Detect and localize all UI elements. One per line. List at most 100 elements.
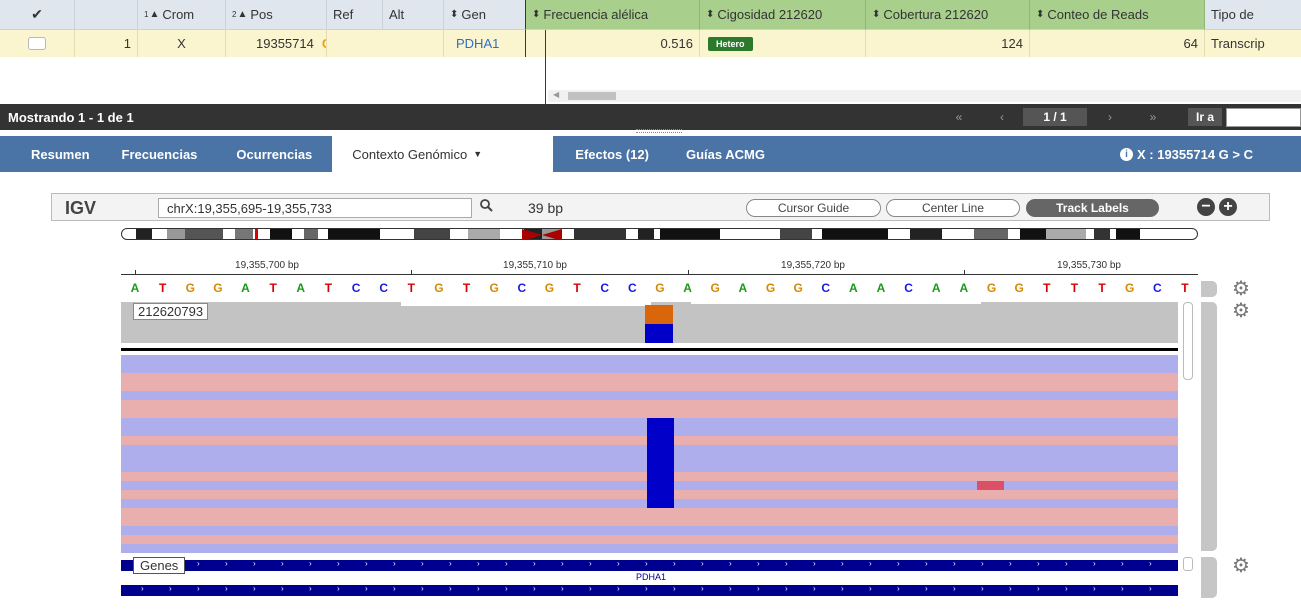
strand-chevron-icon: › [477, 559, 480, 568]
horizontal-scrollbar[interactable]: ◀ [548, 90, 1301, 102]
read-row[interactable] [121, 481, 1178, 490]
zoom-in-icon[interactable]: + [1219, 198, 1237, 216]
select-all-cell[interactable]: ✔ [0, 0, 75, 30]
read-row[interactable] [121, 463, 1178, 472]
read-row[interactable] [121, 454, 1178, 463]
mismatch-base [647, 445, 674, 454]
tab-contexto-genomico[interactable]: Contexto Genómico ▼ [332, 136, 554, 172]
read-row[interactable] [121, 409, 1178, 418]
read-row[interactable] [121, 526, 1178, 535]
read-row[interactable] [121, 391, 1178, 400]
base-letter: G [489, 281, 499, 295]
read-row[interactable] [121, 427, 1178, 436]
grid-header-row: ✔ 1 ▲ Crom 2 ▲ Pos Ref Alt ⬍ Gen ⬍ Frecuencia … [0, 0, 1301, 30]
read-row[interactable] [121, 400, 1178, 409]
read-row[interactable] [121, 508, 1178, 517]
header-zygosity[interactable]: ⬍ Cigosidad 212620 [700, 0, 866, 30]
gear-icon[interactable]: ⚙ [1232, 301, 1250, 321]
genes-scrollbar[interactable] [1183, 557, 1193, 571]
strand-chevron-icon: › [533, 559, 536, 568]
gene-feature[interactable]: ››››››››››››››››››››››››››››››››››››› [121, 559, 1178, 571]
next-page-button[interactable]: › [1098, 108, 1122, 126]
tab-frecuencias[interactable]: Frecuencias [107, 136, 222, 172]
base-letter: T [1181, 281, 1189, 295]
strand-chevron-icon: › [701, 559, 704, 568]
header-type[interactable]: Tipo de [1205, 0, 1301, 30]
zoom-out-icon[interactable]: − [1197, 198, 1215, 216]
header-read-count[interactable]: ⬍ Conteo de Reads [1030, 0, 1205, 30]
base-letter: G [434, 281, 444, 295]
mismatch-base [647, 490, 674, 499]
strand-chevron-icon: › [1121, 584, 1124, 593]
read-row[interactable] [121, 382, 1178, 391]
prev-page-button[interactable]: ‹ [990, 108, 1014, 126]
cursor-guide-button[interactable]: Cursor Guide [746, 199, 881, 217]
read-row[interactable] [121, 472, 1178, 481]
last-page-button[interactable]: » [1136, 108, 1170, 126]
read-row[interactable] [121, 499, 1178, 508]
gear-icon[interactable]: ⚙ [1232, 279, 1250, 299]
read-row[interactable] [121, 436, 1178, 445]
gear-icon[interactable]: ⚙ [1232, 556, 1250, 576]
resize-grip[interactable] [636, 129, 682, 133]
read-row[interactable] [121, 418, 1178, 427]
goto-page-input[interactable] [1226, 108, 1301, 127]
base-letter: T [269, 281, 277, 295]
gene-feature[interactable]: ››››››››››››››››››››››››››››››››››››› [121, 584, 1178, 596]
read-row[interactable] [121, 355, 1178, 364]
read-row[interactable] [121, 364, 1178, 373]
base-letter: T [573, 281, 581, 295]
strand-chevron-icon: › [757, 584, 760, 593]
scroll-left-icon[interactable]: ◀ [553, 90, 559, 99]
header-alt[interactable]: Alt [383, 0, 444, 30]
row-checkbox-cell[interactable] [0, 30, 75, 57]
tab-efectos[interactable]: Efectos (12) [553, 136, 674, 172]
strand-chevron-icon: › [337, 559, 340, 568]
table-row[interactable]: 1 X 19355714 G C PDHA1 0.516 Hetero 124 … [0, 30, 1301, 57]
search-icon[interactable] [480, 199, 493, 215]
strand-chevron-icon: › [225, 584, 228, 593]
zygosity-badge: Hetero [708, 36, 753, 51]
goto-button[interactable]: Ir a [1188, 108, 1222, 126]
strand-chevron-icon: › [981, 559, 984, 568]
header-index [75, 0, 138, 30]
tab-resumen[interactable]: Resumen [0, 136, 107, 172]
read-row[interactable] [121, 490, 1178, 499]
header-pos[interactable]: 2 ▲ Pos [226, 0, 327, 30]
read-row[interactable] [121, 544, 1178, 553]
header-gen[interactable]: ⬍ Gen [444, 0, 526, 30]
alignment-track-side [1201, 302, 1217, 551]
strand-chevron-icon: › [925, 584, 928, 593]
header-crom[interactable]: 1 ▲ Crom [138, 0, 226, 30]
chromosome-ideogram[interactable] [121, 228, 1198, 240]
read-row[interactable] [121, 517, 1178, 526]
tab-guias-acmg[interactable]: Guías ACMG [674, 136, 777, 172]
ruler-label: 19,355,700 bp [235, 260, 299, 271]
strand-chevron-icon: › [1065, 559, 1068, 568]
strand-chevron-icon: › [505, 584, 508, 593]
alignment-reads[interactable] [121, 355, 1178, 553]
center-line-button[interactable]: Center Line [886, 199, 1020, 217]
scrollbar-thumb[interactable] [568, 92, 616, 100]
read-row[interactable] [121, 535, 1178, 544]
header-ref[interactable]: Ref [327, 0, 383, 30]
cell-alt-wrap: C [383, 30, 444, 57]
first-page-button[interactable]: « [940, 108, 978, 126]
track-labels-button[interactable]: Track Labels [1026, 199, 1159, 217]
read-row[interactable] [121, 373, 1178, 382]
strand-chevron-icon: › [617, 584, 620, 593]
locus-input[interactable]: chrX:19,355,695-19,355,733 [158, 198, 472, 218]
cell-gene[interactable]: PDHA1 [444, 30, 526, 57]
cell-type: Transcrip [1211, 36, 1265, 51]
tab-ocurrencias[interactable]: Ocurrencias [221, 136, 332, 172]
header-coverage[interactable]: ⬍ Cobertura 212620 [866, 0, 1030, 30]
strand-chevron-icon: › [1149, 559, 1152, 568]
alignment-scrollbar[interactable] [1183, 302, 1193, 380]
base-letter: G [655, 281, 665, 295]
base-letter: G [986, 281, 997, 295]
read-row[interactable] [121, 445, 1178, 454]
header-allele-freq[interactable]: ⬍ Frecuencia alélica [526, 0, 700, 30]
row-checkbox[interactable] [28, 37, 46, 50]
checkmark-icon[interactable]: ✔ [31, 6, 43, 23]
strand-chevron-icon: › [253, 559, 256, 568]
